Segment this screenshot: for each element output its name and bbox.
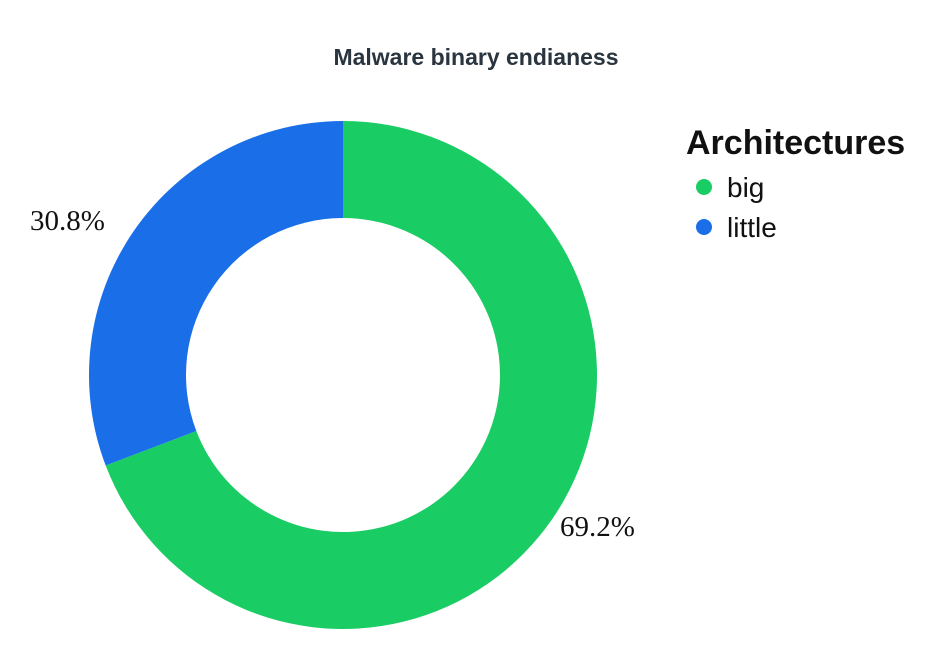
legend-label-big[interactable]: big xyxy=(727,172,764,203)
donut-chart: Malware binary endianess 69.2% 30.8% Arc… xyxy=(30,44,905,629)
legend-marker-little xyxy=(696,219,712,235)
chart-title: Malware binary endianess xyxy=(333,44,618,70)
legend-marker-big xyxy=(696,179,712,195)
slice-label-little: 30.8% xyxy=(30,205,105,237)
slices xyxy=(88,121,597,629)
legend: Architectures big little xyxy=(686,124,905,243)
slice-little[interactable] xyxy=(88,121,343,466)
legend-label-little[interactable]: little xyxy=(727,212,777,243)
legend-title: Architectures xyxy=(686,124,905,162)
slice-label-big: 69.2% xyxy=(560,511,635,543)
